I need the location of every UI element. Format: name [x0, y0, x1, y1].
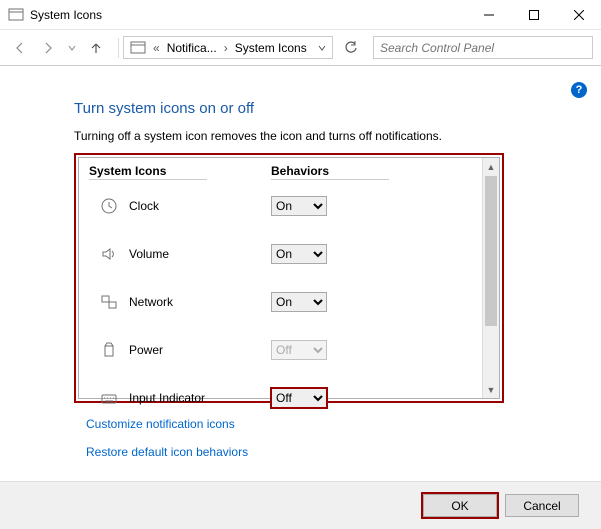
breadcrumb-item[interactable]: Notifica...	[163, 41, 221, 55]
system-icons-table: System Icons Behaviors ClockOnOffVolumeO…	[79, 158, 482, 398]
table-row: PowerOnOff	[89, 326, 482, 374]
network-icon	[89, 293, 129, 311]
control-panel-icon	[130, 40, 146, 56]
window-title: System Icons	[30, 8, 466, 22]
system-icons-panel: System Icons Behaviors ClockOnOffVolumeO…	[74, 153, 504, 403]
recent-locations-button[interactable]	[64, 44, 80, 52]
chevron-right-icon: ›	[221, 41, 231, 55]
up-button[interactable]	[84, 36, 108, 60]
vertical-scrollbar[interactable]: ▲ ▼	[482, 158, 499, 398]
row-label: Clock	[129, 199, 271, 213]
scroll-down-button[interactable]: ▼	[483, 381, 499, 398]
minimize-button[interactable]	[466, 0, 511, 30]
close-button[interactable]	[556, 0, 601, 30]
behavior-select[interactable]: OnOff	[271, 388, 327, 408]
chevron-right-icon: «	[150, 41, 163, 55]
behavior-select: OnOff	[271, 340, 327, 360]
back-button[interactable]	[8, 36, 32, 60]
row-label: Network	[129, 295, 271, 309]
content-area: ? Turn system icons on or off Turning of…	[0, 66, 601, 481]
cancel-button[interactable]: Cancel	[505, 494, 579, 517]
system-icons-window-icon	[8, 7, 24, 23]
breadcrumb[interactable]: « Notifica... › System Icons	[123, 36, 333, 59]
scroll-up-button[interactable]: ▲	[483, 158, 499, 175]
table-row: VolumeOnOff	[89, 230, 482, 278]
page-heading: Turn system icons on or off	[74, 100, 571, 117]
scroll-thumb[interactable]	[485, 176, 497, 326]
forward-button[interactable]	[36, 36, 60, 60]
row-label: Input Indicator	[129, 391, 271, 405]
page-subheading: Turning off a system icon removes the ic…	[74, 129, 571, 143]
ok-button[interactable]: OK	[423, 494, 497, 517]
row-label: Volume	[129, 247, 271, 261]
footer: OK Cancel	[0, 481, 601, 529]
table-row: NetworkOnOff	[89, 278, 482, 326]
volume-icon	[89, 245, 129, 263]
breadcrumb-dropdown[interactable]	[314, 41, 330, 55]
refresh-button[interactable]	[339, 36, 363, 59]
behavior-select[interactable]: OnOff	[271, 292, 327, 312]
restore-default-icon-behaviors-link[interactable]: Restore default icon behaviors	[86, 445, 571, 459]
clock-icon	[89, 197, 129, 215]
table-row: Input IndicatorOnOff	[89, 374, 482, 422]
row-label: Power	[129, 343, 271, 357]
behavior-select[interactable]: OnOff	[271, 196, 327, 216]
maximize-button[interactable]	[511, 0, 556, 30]
power-icon	[89, 341, 129, 359]
input-indicator-icon	[89, 389, 129, 407]
column-header-behaviors: Behaviors	[271, 164, 329, 178]
column-header-icons: System Icons	[89, 164, 166, 178]
title-bar: System Icons	[0, 0, 601, 30]
breadcrumb-item[interactable]: System Icons	[231, 41, 311, 55]
behavior-select[interactable]: OnOff	[271, 244, 327, 264]
search-input[interactable]	[373, 36, 593, 59]
navigation-bar: « Notifica... › System Icons	[0, 30, 601, 66]
scroll-track[interactable]	[483, 327, 499, 381]
help-icon[interactable]: ?	[571, 82, 587, 98]
separator	[118, 38, 119, 58]
table-row: ClockOnOff	[89, 182, 482, 230]
